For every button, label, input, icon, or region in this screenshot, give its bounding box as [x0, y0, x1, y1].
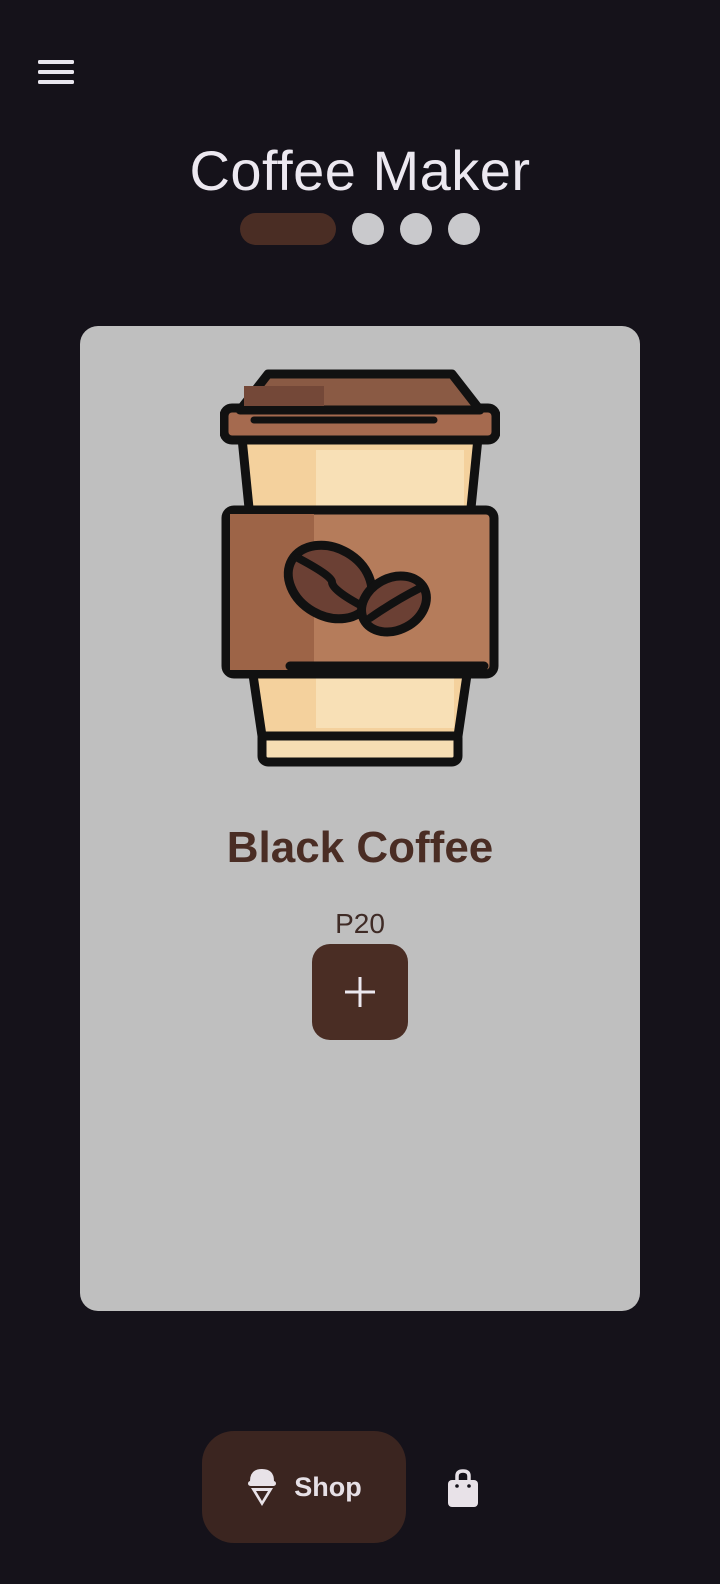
ice-cream-icon — [248, 1469, 277, 1506]
page-dot-2[interactable] — [352, 213, 384, 245]
page-indicator — [0, 213, 720, 245]
nav-item-bag[interactable] — [440, 1465, 486, 1511]
page-dot-1-active[interactable] — [240, 213, 336, 245]
shopping-bag-icon — [448, 1469, 478, 1507]
menu-button[interactable] — [30, 52, 82, 92]
menu-icon — [38, 60, 74, 84]
page-dot-3[interactable] — [400, 213, 432, 245]
product-card: Black Coffee P20 — [80, 326, 640, 1311]
product-name: Black Coffee — [226, 823, 494, 872]
page-title: Coffee Maker — [189, 139, 531, 202]
product-price: P20 — [335, 908, 385, 939]
nav-item-shop[interactable]: Shop — [202, 1431, 406, 1543]
add-to-cart-button[interactable] — [312, 944, 408, 1040]
plus-icon — [345, 977, 375, 1007]
page-dot-4[interactable] — [448, 213, 480, 245]
coffee-cup-icon — [220, 369, 500, 767]
nav-item-shop-label: Shop — [294, 1471, 362, 1502]
